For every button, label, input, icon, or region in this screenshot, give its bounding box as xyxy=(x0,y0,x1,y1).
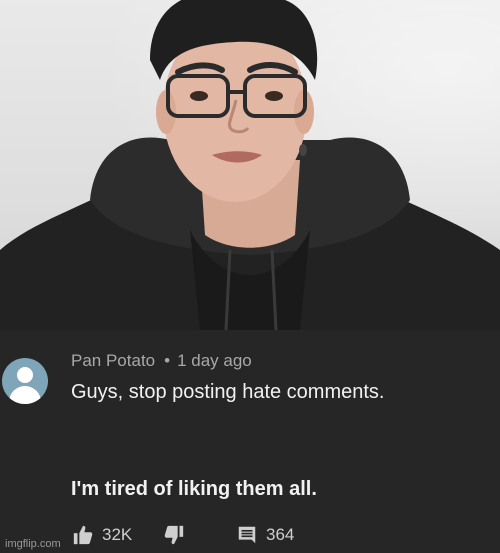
reply-count: 364 xyxy=(266,525,295,544)
imgflip-watermark: imgflip.com xyxy=(5,538,61,550)
comment-author[interactable]: Pan Potato xyxy=(71,351,155,370)
comment-time: 1 day ago xyxy=(177,351,252,370)
meta-separator: • xyxy=(164,351,171,370)
comment-actions: 32K 364 xyxy=(0,520,500,550)
person-illustration xyxy=(0,0,500,330)
meme-frame: Pan Potato • 1 day ago Guys, stop posting … xyxy=(0,0,500,553)
comment-text-line-2: I'm tired of liking them all. xyxy=(71,478,317,500)
comment-card: Pan Potato • 1 day ago Guys, stop posting … xyxy=(0,330,500,553)
reply-button[interactable]: 364 xyxy=(236,520,294,550)
avatar[interactable] xyxy=(2,358,48,404)
dislike-button[interactable] xyxy=(163,520,185,550)
thumbs-up-icon xyxy=(72,524,94,546)
comment-text-line-1: Guys, stop posting hate comments. xyxy=(71,381,385,403)
like-button[interactable]: 32K xyxy=(72,520,132,550)
comment-icon xyxy=(236,524,258,546)
comment-meta: Pan Potato • 1 day ago xyxy=(71,351,252,371)
avatar-shoulders-shape xyxy=(9,386,41,404)
video-still-photo xyxy=(0,0,500,330)
like-count: 32K xyxy=(102,525,133,544)
thumbs-down-icon xyxy=(163,524,185,546)
avatar-head-shape xyxy=(17,367,33,383)
